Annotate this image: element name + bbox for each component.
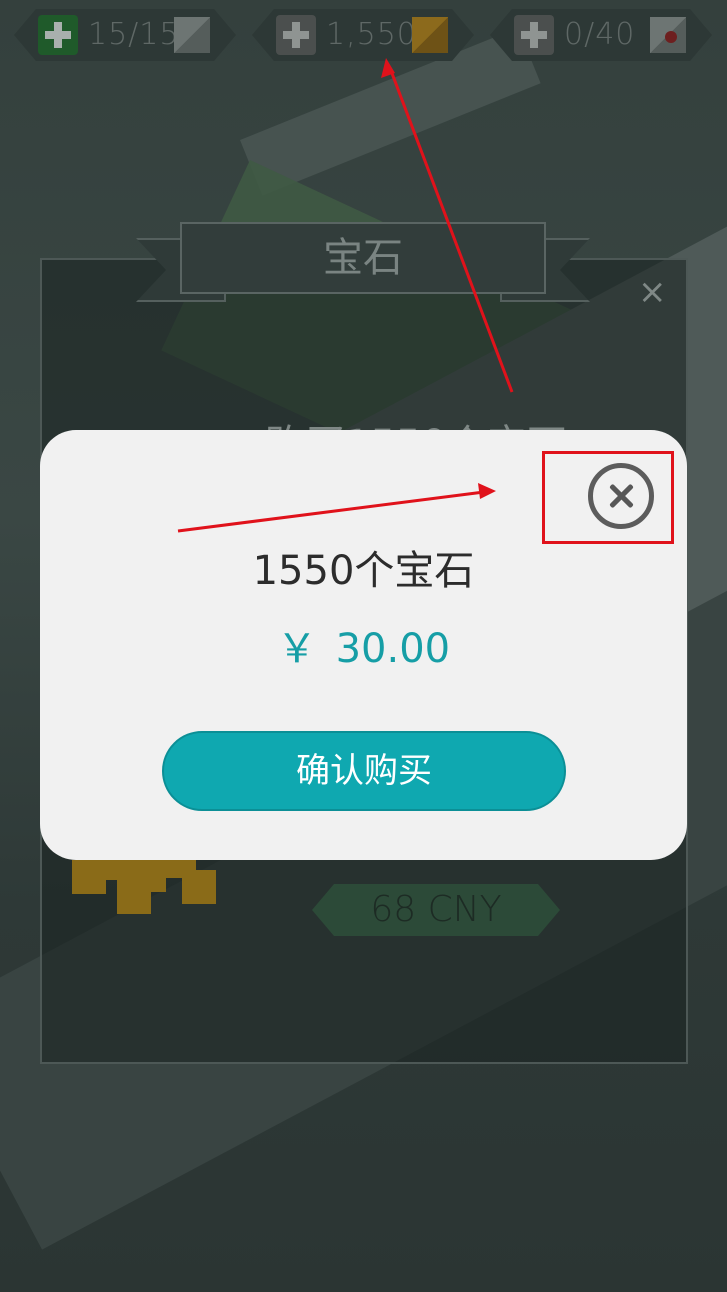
add-gems-icon[interactable] (276, 15, 316, 55)
heart-counter: 0/40 (490, 9, 712, 61)
add-hearts-icon[interactable] (514, 15, 554, 55)
gem-cube-icon (412, 17, 448, 53)
health-cube-icon (174, 17, 210, 53)
health-value: 15/15 (88, 17, 180, 52)
heart-value: 0/40 (564, 17, 636, 52)
dialog-title: 1550个宝石 (252, 548, 475, 594)
annotation-highlight-box (542, 451, 674, 544)
panel-title: 宝石 (323, 235, 403, 281)
dialog-price: ￥ 30.00 (276, 626, 451, 672)
confirm-purchase-button[interactable]: 确认购买 (162, 731, 566, 811)
add-health-icon[interactable] (38, 15, 78, 55)
heart-icon (665, 31, 677, 43)
panel-close-icon[interactable]: × (638, 272, 667, 312)
health-counter: 15/15 (14, 9, 236, 61)
offer-price-label: 68 CNY (370, 889, 502, 930)
gem-value: 1,550 (326, 17, 417, 52)
gem-counter: 1,550 (252, 9, 474, 61)
